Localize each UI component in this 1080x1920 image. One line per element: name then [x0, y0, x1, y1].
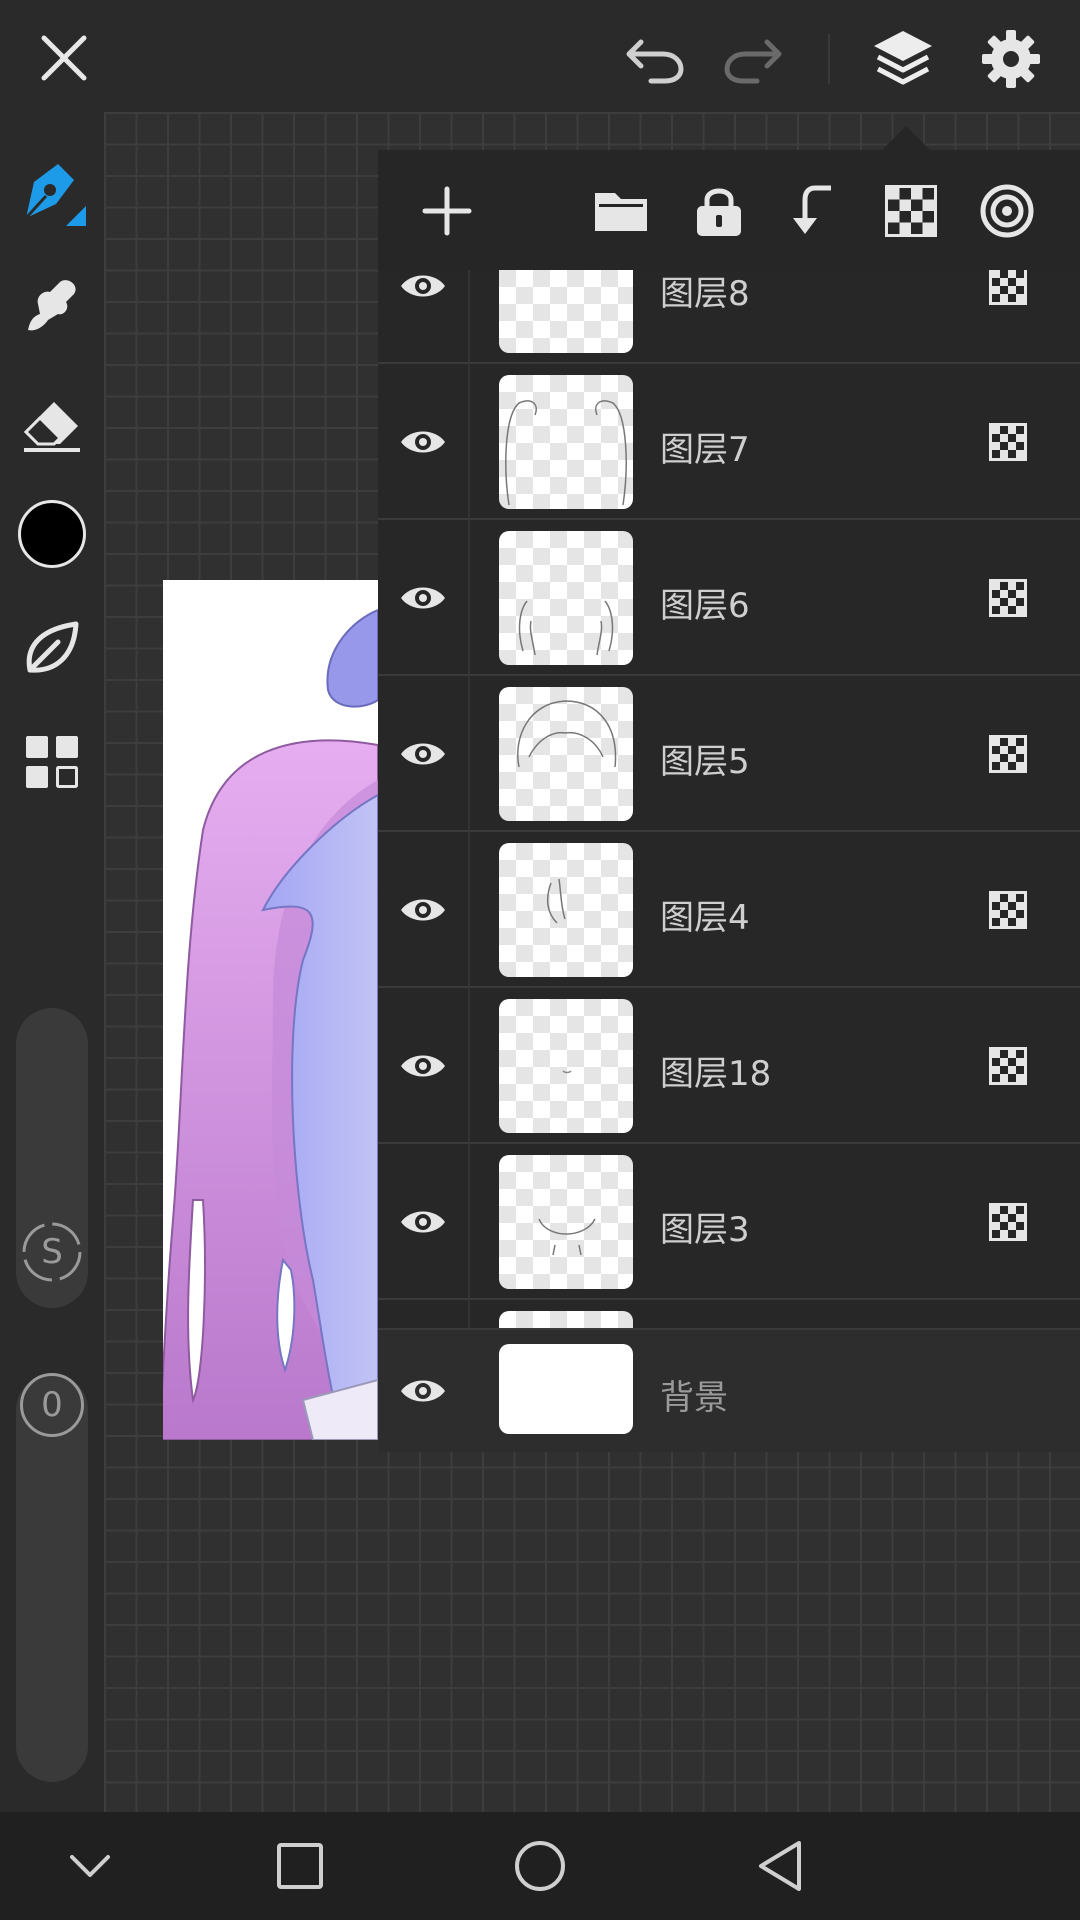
layer-list[interactable]: 图层8 图层7 图层6 图层5 图层4 图层18 图层3 — [378, 270, 1080, 1330]
folder-icon[interactable] — [586, 176, 656, 246]
settings-gear-icon[interactable] — [974, 22, 1048, 96]
layer-row[interactable] — [378, 1300, 1080, 1330]
layer-name: 图层3 — [660, 1210, 750, 1250]
pen-tool-icon[interactable] — [12, 152, 92, 232]
close-icon[interactable] — [28, 22, 100, 94]
alpha-checker-icon[interactable] — [988, 890, 1028, 930]
layer-panel: 图层8 图层7 图层6 图层5 图层4 图层18 图层3 背景 — [378, 150, 1080, 1452]
row-divider — [468, 988, 470, 1142]
alpha-checker-icon[interactable] — [988, 734, 1028, 774]
layer-name: 图层7 — [660, 430, 750, 470]
visibility-eye-icon[interactable] — [396, 1195, 450, 1249]
layer-name: 图层4 — [660, 898, 750, 938]
layer-thumbnail — [499, 843, 633, 977]
row-divider — [468, 676, 470, 830]
layer-name: 图层5 — [660, 742, 750, 782]
add-layer-icon[interactable] — [412, 176, 482, 246]
eraser-tool-icon[interactable] — [12, 384, 92, 464]
row-divider — [468, 364, 470, 518]
undo-icon[interactable] — [620, 24, 690, 94]
visibility-eye-icon[interactable] — [396, 1039, 450, 1093]
visibility-eye-icon[interactable] — [396, 1364, 450, 1418]
visibility-eye-icon[interactable] — [396, 883, 450, 937]
background-thumbnail — [499, 1344, 633, 1434]
artwork-canvas[interactable] — [163, 580, 378, 1440]
visibility-eye-icon[interactable] — [396, 270, 450, 313]
home-circle-icon[interactable] — [508, 1834, 572, 1898]
layer-name: 图层8 — [660, 274, 750, 314]
redo-icon[interactable] — [718, 24, 788, 94]
merge-down-icon[interactable] — [780, 176, 850, 246]
layer-row[interactable]: 图层8 — [378, 270, 1080, 364]
layer-panel-toolbar — [378, 150, 1080, 270]
row-divider — [468, 1300, 470, 1330]
layer-thumbnail — [499, 1155, 633, 1289]
brush-size-label: S — [41, 1232, 63, 1272]
row-divider — [468, 832, 470, 986]
brush-library-leaf-icon[interactable] — [12, 608, 92, 688]
visibility-eye-icon[interactable] — [396, 571, 450, 625]
left-toolbar: S 0 — [0, 112, 104, 1812]
layer-row[interactable]: 图层6 — [378, 520, 1080, 676]
alpha-checker-icon[interactable] — [988, 422, 1028, 462]
transparency-lock-icon[interactable] — [876, 176, 946, 246]
toolbar-divider — [828, 34, 830, 84]
layer-thumbnail — [499, 999, 633, 1133]
row-divider — [468, 1144, 470, 1298]
background-layer-name: 背景 — [660, 1378, 728, 1418]
back-triangle-icon[interactable] — [748, 1834, 812, 1898]
lock-icon[interactable] — [684, 176, 754, 246]
row-divider — [468, 270, 470, 362]
alpha-checker-icon[interactable] — [988, 1202, 1028, 1242]
layer-effects-target-icon[interactable] — [972, 176, 1042, 246]
active-color-circle — [18, 500, 86, 568]
system-nav-bar — [0, 1812, 1080, 1920]
chevron-down-icon[interactable] — [58, 1834, 122, 1898]
visibility-eye-icon[interactable] — [396, 727, 450, 781]
color-swatch[interactable] — [12, 494, 92, 574]
smudge-tool-icon[interactable] — [12, 266, 92, 346]
visibility-eye-icon[interactable] — [396, 415, 450, 469]
top-toolbar — [0, 0, 1080, 112]
alpha-checker-icon[interactable] — [988, 578, 1028, 618]
layer-name: 图层6 — [660, 586, 750, 626]
gallery-grid-icon[interactable] — [12, 722, 92, 802]
layer-thumbnail — [499, 375, 633, 509]
layer-row[interactable]: 图层4 — [378, 832, 1080, 988]
background-layer-row[interactable]: 背景 — [378, 1328, 1080, 1452]
recents-square-icon[interactable] — [268, 1834, 332, 1898]
layers-icon[interactable] — [866, 22, 940, 96]
row-divider — [468, 520, 470, 674]
layer-row[interactable]: 图层3 — [378, 1144, 1080, 1300]
layer-row[interactable]: 图层5 — [378, 676, 1080, 832]
layer-thumbnail — [499, 270, 633, 353]
opacity-label: 0 — [20, 1373, 84, 1437]
brush-size-knob[interactable]: S — [12, 1212, 92, 1292]
alpha-checker-icon[interactable] — [988, 270, 1028, 306]
opacity-knob[interactable]: 0 — [12, 1365, 92, 1445]
layer-thumbnail — [499, 531, 633, 665]
layer-thumbnail — [499, 687, 633, 821]
layer-row[interactable]: 图层7 — [378, 364, 1080, 520]
layer-row[interactable]: 图层18 — [378, 988, 1080, 1144]
alpha-checker-icon[interactable] — [988, 1046, 1028, 1086]
layer-panel-pointer — [882, 126, 930, 150]
layer-name: 图层18 — [660, 1054, 772, 1094]
